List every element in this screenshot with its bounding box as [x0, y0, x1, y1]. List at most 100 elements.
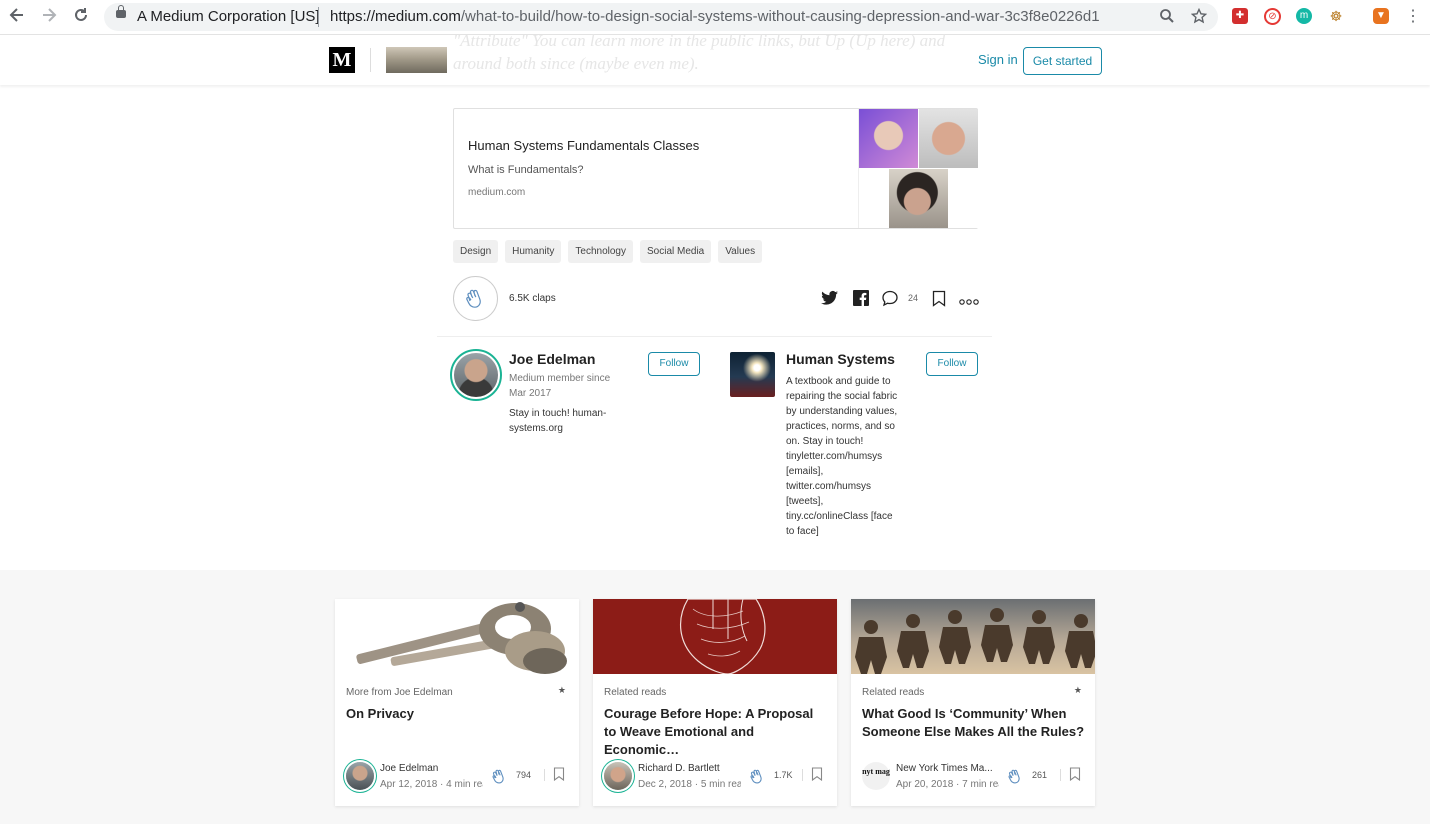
publication-bio-line: A textbook and guide to: [786, 376, 891, 387]
portrait-1: [859, 109, 918, 168]
url-path: /what-to-build/how-to-design-social-syst…: [460, 8, 1100, 25]
ublock-extension-icon[interactable]: ✚: [1232, 8, 1248, 24]
address-separator: [318, 7, 319, 27]
tag-technology[interactable]: Technology: [568, 240, 633, 263]
follow-author-button[interactable]: Follow: [648, 352, 700, 376]
section-divider: [437, 336, 992, 337]
nyt-mag-avatar[interactable]: nyt mag: [862, 762, 890, 790]
related-label: Related reads: [862, 687, 925, 698]
member-star-icon: ★: [1073, 685, 1082, 695]
related-clap-count: 261: [1032, 770, 1048, 780]
forward-arrow-icon[interactable]: [38, 6, 60, 28]
publication-bio-link[interactable]: tiny.cc/onlineClass [face: [786, 509, 914, 524]
publication-bio-link[interactable]: twitter.com/humsys: [786, 479, 914, 494]
follow-publication-button[interactable]: Follow: [926, 352, 978, 376]
reload-icon[interactable]: [70, 6, 92, 28]
keys-image: [335, 599, 579, 674]
facebook-share-icon[interactable]: [853, 290, 869, 311]
author-bio: Stay in touch! human- systems.org: [509, 406, 606, 436]
related-reads-section: More from Joe Edelman ★ On Privacy Joe E…: [0, 570, 1430, 824]
zoom-icon[interactable]: [1159, 8, 1175, 29]
paper-chain-image: [851, 599, 1095, 674]
fox-extension-icon[interactable]: ▼: [1373, 8, 1389, 24]
author-name[interactable]: Joe Edelman: [509, 351, 595, 367]
twitter-share-icon[interactable]: [821, 290, 839, 311]
blocker-extension-icon[interactable]: ⊘: [1264, 8, 1281, 25]
clap-icon[interactable]: [488, 766, 510, 791]
publication-bio-line: [emails],: [786, 466, 824, 477]
bookmark-star-icon[interactable]: [1190, 7, 1208, 29]
related-author[interactable]: Richard D. Bartlett: [638, 763, 741, 774]
related-author[interactable]: New York Times Ma...: [896, 763, 999, 774]
member-star-icon: ★: [557, 685, 566, 695]
clap-count: 6.5K claps: [509, 293, 556, 304]
related-card[interactable]: Related reads ★ What Good Is ‘Community’…: [851, 599, 1095, 806]
sign-in-link[interactable]: Sign in: [978, 52, 1018, 67]
address-bar[interactable]: A Medium Corporation [US] https://medium…: [104, 3, 1218, 31]
back-arrow-icon[interactable]: [6, 6, 28, 28]
related-author-avatar[interactable]: [346, 762, 374, 790]
bookmark-icon[interactable]: [811, 767, 823, 786]
more-options-icon[interactable]: [959, 293, 979, 311]
wheel-extension-icon[interactable]: ☸: [1328, 8, 1344, 24]
related-date: Apr 12, 2018 · 4 min read: [380, 779, 483, 790]
author-avatar[interactable]: [454, 353, 498, 397]
link-card-subtitle: What is Fundamentals?: [468, 164, 584, 176]
clap-icon[interactable]: [1004, 766, 1026, 791]
url-text[interactable]: https://medium.com/what-to-build/how-to-…: [330, 8, 1100, 25]
related-card[interactable]: More from Joe Edelman ★ On Privacy Joe E…: [335, 599, 579, 806]
medium-extension-icon[interactable]: m: [1296, 8, 1312, 24]
publication-name[interactable]: Human Systems: [786, 351, 895, 367]
related-author-avatar[interactable]: [604, 762, 632, 790]
related-author[interactable]: Joe Edelman: [380, 763, 483, 774]
publication-bio-line: by understanding values,: [786, 406, 898, 417]
faded-line-1: "Attribute" You can learn more in the pu…: [453, 31, 946, 50]
lock-icon: [116, 5, 126, 18]
link-card-domain: medium.com: [468, 187, 526, 198]
publication-bio-line: on. Stay in touch!: [786, 436, 864, 447]
publication-bio-line: [tweets],: [786, 496, 824, 507]
heart-image: [593, 599, 837, 674]
responses-count: 24: [908, 293, 919, 303]
publication-avatar[interactable]: [730, 352, 775, 397]
related-label: More from Joe Edelman: [346, 687, 453, 698]
publication-bio-line: repairing the social fabric: [786, 391, 898, 402]
clap-button[interactable]: [453, 276, 498, 321]
clap-icon[interactable]: [746, 766, 768, 791]
related-separator: [1060, 769, 1061, 781]
bookmark-icon[interactable]: [553, 767, 565, 786]
author-meta-line-2: Mar 2017: [509, 388, 552, 399]
related-title[interactable]: On Privacy: [346, 705, 570, 723]
tag-social-media[interactable]: Social Media: [639, 240, 712, 263]
related-date: Dec 2, 2018 · 5 min read: [638, 779, 741, 790]
link-card-image: [858, 109, 978, 228]
medium-header: "Attribute" You can learn more in the pu…: [0, 31, 1430, 85]
site-identity: A Medium Corporation [US]: [137, 8, 320, 25]
related-title[interactable]: What Good Is ‘Community’ When Someone El…: [862, 705, 1086, 741]
related-card[interactable]: Related reads Courage Before Hope: A Pro…: [593, 599, 837, 806]
related-clap-count: 794: [516, 770, 532, 780]
related-clap-count: 1.7K: [774, 770, 793, 780]
browser-menu-icon[interactable]: ⋮: [1402, 6, 1424, 28]
responses-icon[interactable]: [881, 290, 899, 312]
url-host: https://medium.com: [330, 8, 461, 25]
publication-logo[interactable]: [386, 47, 447, 73]
bookmark-icon[interactable]: [1069, 767, 1081, 786]
related-title[interactable]: Courage Before Hope: A Proposal to Weave…: [604, 705, 828, 759]
related-label: Related reads: [604, 687, 667, 698]
faded-article-text: "Attribute" You can learn more in the pu…: [453, 29, 945, 75]
clap-icon: [466, 289, 481, 308]
publication-bio: A textbook and guide to repairing the so…: [786, 374, 914, 539]
get-started-button[interactable]: Get started: [1023, 47, 1102, 75]
tag-humanity[interactable]: Humanity: [505, 240, 562, 263]
tag-design[interactable]: Design: [453, 240, 499, 263]
author-bio-line-1: Stay in touch! human-: [509, 408, 607, 419]
portrait-3: [889, 169, 948, 228]
author-meta: Medium member since Mar 2017: [509, 371, 610, 401]
publication-bio-link[interactable]: tinyletter.com/humsys: [786, 449, 914, 464]
bookmark-icon[interactable]: [932, 290, 946, 312]
tag-list: Design Humanity Technology Social Media …: [453, 240, 763, 263]
tag-values[interactable]: Values: [718, 240, 763, 263]
link-preview-card[interactable]: Human Systems Fundamentals Classes What …: [453, 108, 978, 229]
medium-logo[interactable]: M: [329, 47, 355, 73]
